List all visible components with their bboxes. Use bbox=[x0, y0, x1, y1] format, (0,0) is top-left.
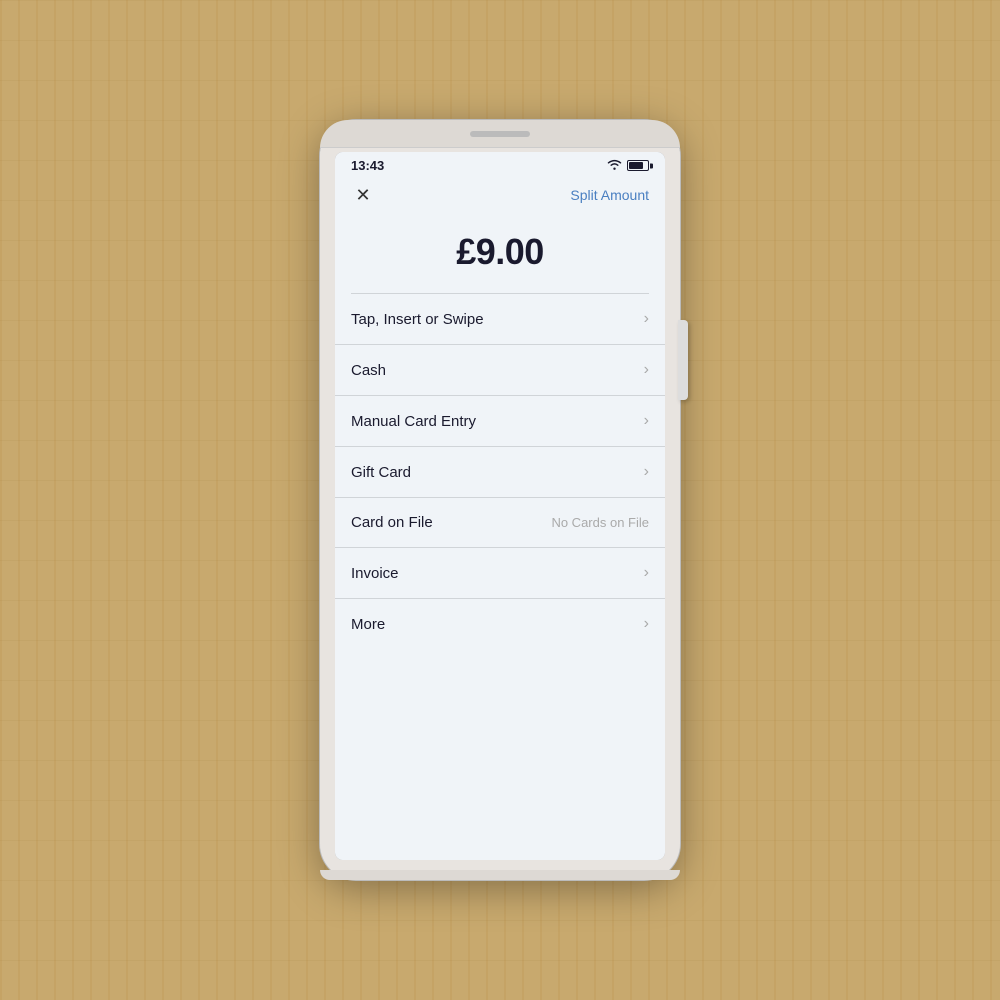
close-button[interactable]: ✕ bbox=[351, 183, 375, 207]
app-header: ✕ Split Amount bbox=[335, 177, 665, 215]
split-amount-button[interactable]: Split Amount bbox=[570, 187, 649, 203]
top-bar-notch bbox=[470, 131, 530, 137]
payment-label-manual: Manual Card Entry bbox=[351, 413, 476, 430]
payment-label-tap: Tap, Insert or Swipe bbox=[351, 311, 484, 328]
payment-label-more: More bbox=[351, 616, 385, 633]
payment-item-gift-card[interactable]: Gift Card › bbox=[335, 447, 665, 498]
chevron-icon-gift: › bbox=[644, 463, 649, 481]
payment-label-gift: Gift Card bbox=[351, 464, 411, 481]
payment-label-cash: Cash bbox=[351, 362, 386, 379]
battery-icon bbox=[627, 160, 649, 171]
payment-item-invoice[interactable]: Invoice › bbox=[335, 548, 665, 599]
battery-fill bbox=[629, 162, 643, 169]
payment-methods-list: Tap, Insert or Swipe › Cash › Manual Car… bbox=[335, 294, 665, 860]
device-bottom bbox=[320, 870, 680, 880]
payment-item-card-on-file[interactable]: Card on File No Cards on File bbox=[335, 498, 665, 548]
payment-item-manual-card-entry[interactable]: Manual Card Entry › bbox=[335, 396, 665, 447]
status-bar: 13:43 bbox=[335, 152, 665, 177]
payment-item-cash[interactable]: Cash › bbox=[335, 345, 665, 396]
device-top-bar bbox=[320, 120, 680, 148]
chevron-icon-more: › bbox=[644, 615, 649, 633]
device-shell: 13:43 ✕ bbox=[320, 120, 680, 880]
chevron-icon-cash: › bbox=[644, 361, 649, 379]
amount-display: £9.00 bbox=[335, 215, 665, 293]
side-button bbox=[678, 320, 688, 400]
payment-item-more[interactable]: More › bbox=[335, 599, 665, 649]
amount-value: £9.00 bbox=[456, 231, 544, 272]
payment-item-tap-insert-swipe[interactable]: Tap, Insert or Swipe › bbox=[335, 294, 665, 345]
card-on-file-sublabel: No Cards on File bbox=[551, 515, 649, 530]
screen: 13:43 ✕ bbox=[335, 152, 665, 860]
close-icon: ✕ bbox=[355, 186, 370, 204]
chevron-icon-tap: › bbox=[644, 310, 649, 328]
status-icons bbox=[607, 158, 649, 173]
chevron-icon-invoice: › bbox=[644, 564, 649, 582]
status-time: 13:43 bbox=[351, 158, 384, 173]
payment-label-card-on-file: Card on File bbox=[351, 514, 433, 531]
screen-bezel: 13:43 ✕ bbox=[335, 152, 665, 860]
payment-label-invoice: Invoice bbox=[351, 565, 399, 582]
chevron-icon-manual: › bbox=[644, 412, 649, 430]
wifi-icon bbox=[607, 158, 622, 173]
